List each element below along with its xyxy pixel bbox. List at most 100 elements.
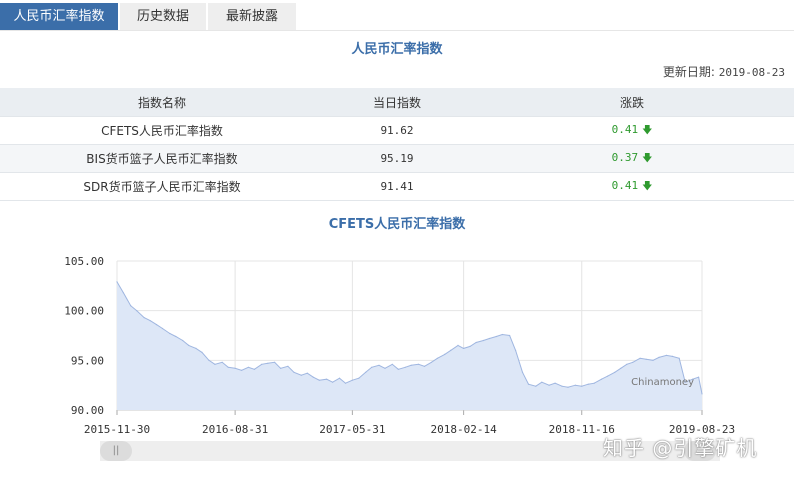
update-date-value: 2019-08-23 [718,66,785,79]
data-point [495,335,497,338]
index-change: 0.41 [611,122,639,136]
data-point [338,377,341,379]
data-point [234,367,236,369]
index-name: CFETS人民币汇率指数 [0,116,324,145]
data-point [351,379,353,381]
data-point [371,366,373,368]
data-point [417,363,420,365]
data-point [527,383,530,385]
data-point [561,385,563,387]
table-header-row: 指数名称 当日指数 涨跌 [0,88,794,117]
data-point [227,366,229,368]
data-point [614,371,616,373]
tab-bar: 人民币汇率指数 历史数据 最新披露 [0,0,794,31]
data-point [391,363,393,365]
data-point [450,349,452,351]
data-point [344,382,347,384]
data-point [293,371,295,373]
data-point [475,341,477,344]
data-point [423,365,426,367]
data-point [161,327,164,330]
data-point [306,372,308,374]
data-point [430,361,432,363]
data-point [182,339,184,342]
data-point [457,344,459,346]
data-point [521,371,524,373]
col-header-value: 当日指数 [324,88,470,117]
data-point [488,337,490,340]
index-value: 95.19 [324,144,470,173]
data-point [247,366,249,368]
data-point [214,363,216,365]
data-point [326,378,328,380]
x-tick-label: 2018-02-14 [431,423,498,436]
index-name: BIS货币篮子人民币汇率指数 [0,144,324,173]
data-point [515,349,517,351]
y-tick-label: 105.00 [64,255,104,268]
table-row: BIS货币篮子人民币汇率指数 95.19 0.37 🡇 [0,144,794,173]
col-header-name: 指数名称 [0,88,324,117]
data-point [143,317,145,319]
data-point [620,367,622,369]
data-point [671,355,674,357]
data-point [639,357,641,359]
tab-latest-disclosure[interactable]: 最新披露 [208,3,296,30]
data-point [626,363,628,365]
data-point [404,366,406,368]
data-point [384,367,386,369]
index-change: 0.41 [611,178,639,192]
tab-rmb-index[interactable]: 人民币汇率指数 [0,3,118,30]
data-point [261,363,263,365]
index-change-cell: 0.37 🡇 [470,144,794,173]
chart-title: CFETS人民币汇率指数 [328,217,466,232]
data-point [130,305,132,307]
line-chart: 105.00 100.00 95.00 90.00 2015-11-30 2016-08-… [64,255,735,436]
tab-history[interactable]: 历史数据 [120,3,206,30]
data-point [501,333,503,336]
data-point [658,356,660,358]
data-point [116,281,118,283]
data-point [665,354,668,356]
data-point [581,385,583,387]
index-change-cell: 0.41 🡇 [470,172,794,201]
update-date: 更新日期: 2019-08-23 [663,63,785,80]
data-point [300,374,302,376]
table-row: CFETS人民币汇率指数 91.62 0.41 🡇 [0,116,794,145]
update-date-label: 更新日期: [662,65,715,79]
y-tick-label: 100.00 [64,305,104,318]
data-point [600,378,603,380]
range-handle-left[interactable]: || [100,441,132,461]
data-point [149,320,151,322]
data-point [436,357,438,359]
data-point [535,385,537,387]
data-point [645,358,647,360]
data-point [574,384,576,386]
watermark: 知乎 @引擎矿机 [603,436,758,460]
index-name: SDR货币篮子人民币汇率指数 [0,172,324,201]
arrow-down-icon: 🡇 [642,180,653,192]
data-point [267,362,269,364]
page-title: 人民币汇率指数 [351,42,443,57]
index-table: 指数名称 当日指数 涨跌 CFETS人民币汇率指数 91.62 0.41 🡇 BI… [0,88,794,201]
data-point [541,381,543,383]
data-point [195,347,197,349]
x-tick-label: 2015-11-30 [84,423,150,436]
data-point [587,383,589,385]
col-header-change: 涨跌 [470,88,794,117]
data-point [274,361,276,363]
data-point [606,375,609,377]
data-point [632,361,634,363]
data-point [241,369,243,371]
x-tick-label: 2017-05-31 [319,423,385,436]
data-point [280,367,282,369]
data-point [201,351,203,353]
data-point [593,382,595,384]
data-point [378,364,380,366]
index-change-cell: 0.41 🡇 [470,116,794,145]
data-point [463,347,465,349]
data-point [208,359,210,361]
data-point [175,335,177,338]
data-point [554,382,556,384]
data-point [567,386,569,388]
data-point [312,376,314,378]
